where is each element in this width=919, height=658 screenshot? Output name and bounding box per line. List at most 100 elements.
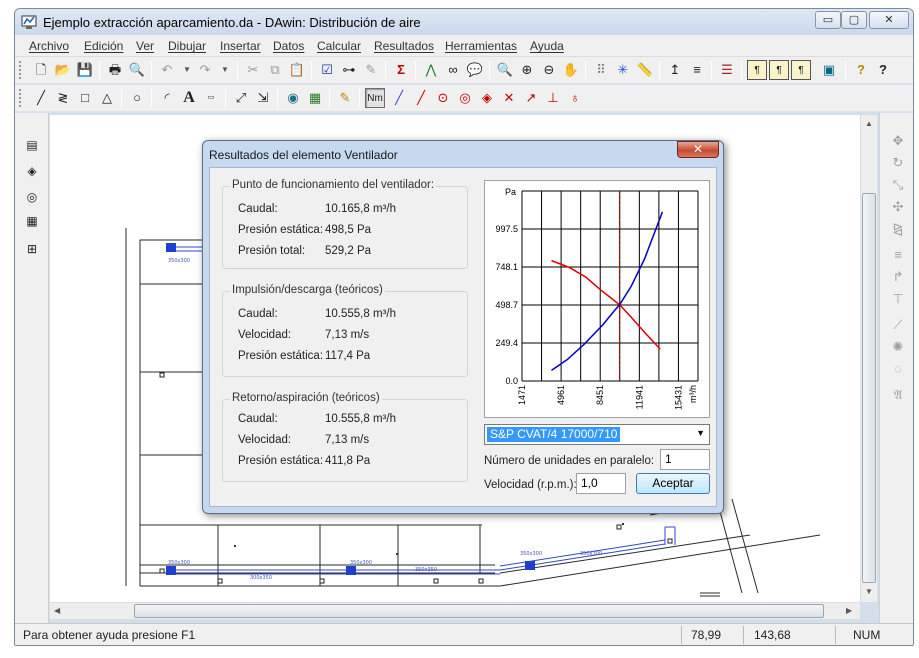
scale-icon[interactable]: ⤡ [890,177,906,193]
branch-icon[interactable]: ↗ [521,88,541,108]
units-parallel-input[interactable]: 1 [660,449,710,470]
zoom-window-icon[interactable]: 🔍 [495,60,515,80]
accept-button[interactable]: Aceptar [636,473,710,494]
text-icon[interactable]: A [179,88,199,108]
pan-hand-icon[interactable]: ✋ [561,60,581,80]
label-icon[interactable]: ▭ [201,88,221,108]
delete-x-icon[interactable]: ✕ [499,88,519,108]
menu-resultados[interactable]: Resultados [374,39,434,53]
zoom-in-icon[interactable]: ⊕ [517,60,537,80]
scroll-left-icon[interactable]: ◀ [54,606,60,615]
copy-move-icon[interactable]: ✣ [890,199,906,215]
menu-ayuda[interactable]: Ayuda [530,39,564,53]
menu-edicion[interactable]: Edición [84,39,123,53]
zoom-out-icon[interactable]: ⊖ [539,60,559,80]
arc-icon[interactable]: ◜ [157,88,177,108]
print-preview-icon[interactable]: 🔍 [127,60,147,80]
sum-icon[interactable]: Σ [391,60,411,80]
chevron-down-icon[interactable]: ▼ [696,428,705,438]
report-one-icon[interactable]: ¶ [747,60,767,80]
move-icon[interactable]: ✥ [890,133,906,149]
cut-icon[interactable]: ✂ [243,60,263,80]
grid-icon[interactable]: ⠿ [591,60,611,80]
vertical-scrollbar[interactable]: ▲ ▼ [860,115,877,602]
horizontal-scrollbar[interactable]: ◀ ▶ [50,602,860,619]
level-list-icon[interactable]: ≡ [687,60,707,80]
undo-icon[interactable]: ↶ [157,60,177,80]
tag-icon[interactable]: ◈ [24,163,40,179]
grille-icon[interactable]: ◈ [477,88,497,108]
rectangle-icon[interactable]: □ [75,88,95,108]
minimize-button[interactable]: ▭ [815,11,841,29]
scroll-down-icon[interactable]: ▼ [865,587,873,596]
print-icon[interactable]: 🖶 [105,60,125,80]
line-icon[interactable]: ╱ [31,88,51,108]
return-duct-icon[interactable]: ╱ [411,88,431,108]
glasses-icon[interactable]: ∞ [443,60,463,80]
circle-icon[interactable]: ○ [127,88,147,108]
dimension-icon[interactable]: ⤢ [231,88,251,108]
scroll-up-icon[interactable]: ▲ [865,119,873,128]
undo-dropdown-icon[interactable]: ▼ [177,60,197,80]
whats-this-icon[interactable]: ? [873,60,893,80]
copy-icon[interactable]: ⧉ [265,60,285,80]
menu-calcular[interactable]: Calcular [317,39,361,53]
text-style-icon[interactable]: 𝔄 [890,387,906,403]
explode-icon[interactable]: ✺ [890,339,906,355]
target-icon[interactable]: ◎ [24,189,40,205]
network-tree-icon[interactable]: ⊶ [339,60,359,80]
table-icon[interactable]: ▦ [24,213,40,229]
toolbar-grip[interactable] [19,61,23,79]
report-two-icon[interactable]: ¶ [769,60,789,80]
snap-icon[interactable]: ✳ [613,60,633,80]
break-icon[interactable]: ⟋ [890,317,906,333]
redo-icon[interactable]: ↷ [195,60,215,80]
menu-insertar[interactable]: Insertar [220,39,261,53]
offset-icon[interactable]: ≡ [890,247,906,263]
polyline-icon[interactable]: ≷ [53,88,73,108]
comment-icon[interactable]: 💬 [465,60,485,80]
triangle-icon[interactable]: △ [97,88,117,108]
pencil-icon[interactable]: ✎ [361,60,381,80]
menu-datos[interactable]: Datos [273,39,304,53]
fillet-icon[interactable]: ◌ [890,361,906,377]
ruler-icon[interactable]: 📏 [635,60,655,80]
diffuser-icon[interactable]: ⊙ [433,88,453,108]
redo-dropdown-icon[interactable]: ▼ [215,60,235,80]
fan-icon[interactable]: ◎ [455,88,475,108]
rotate-icon[interactable]: ↻ [890,155,906,171]
fan-model-select[interactable]: S&P CVAT/4 17000/710 ▼ [484,424,710,445]
close-button[interactable]: ✕ [869,11,909,29]
save-icon[interactable]: 💾 [75,60,95,80]
help-icon[interactable]: ? [851,60,871,80]
report-three-icon[interactable]: ¶ [791,60,811,80]
mirror-icon[interactable]: ⧎ [890,221,906,237]
new-file-icon[interactable]: 🗋 [31,60,51,80]
duct-icon[interactable]: ╱ [389,88,409,108]
check-icon[interactable]: ☑ [317,60,337,80]
menu-dibujar[interactable]: Dibujar [168,39,206,53]
trim-icon[interactable]: ⊤ [890,291,906,307]
layers-icon[interactable]: ☰ [717,60,737,80]
calculator-icon[interactable]: ▣ [819,60,839,80]
paste-icon[interactable]: 📋 [287,60,307,80]
menu-archivo[interactable]: Archivo [29,39,69,53]
connector-icon[interactable]: ⊞ [24,241,40,257]
maximize-button[interactable]: ▢ [841,11,867,29]
horizontal-scroll-thumb[interactable] [134,604,824,618]
symbol-icon[interactable]: ◉ [283,88,303,108]
extend-icon[interactable]: ↱ [890,269,906,285]
vertical-scroll-thumb[interactable] [862,193,876,583]
edit-pencil-icon[interactable]: ✎ [335,88,355,108]
measure-icon[interactable]: ⋀ [421,60,441,80]
terminal-icon[interactable]: ♁ [565,88,585,108]
scroll-right-icon[interactable]: ▶ [846,606,852,615]
toolbar-grip[interactable] [19,89,23,107]
level-up-icon[interactable]: ↥ [665,60,685,80]
image-icon[interactable]: ▦ [305,88,325,108]
menu-herramientas[interactable]: Herramientas [445,39,517,53]
damper-icon[interactable]: ⊥ [543,88,563,108]
stretch-icon[interactable]: ⇲ [253,88,273,108]
speed-input[interactable]: 1,0 [576,473,626,494]
open-folder-icon[interactable]: 📂 [53,60,73,80]
